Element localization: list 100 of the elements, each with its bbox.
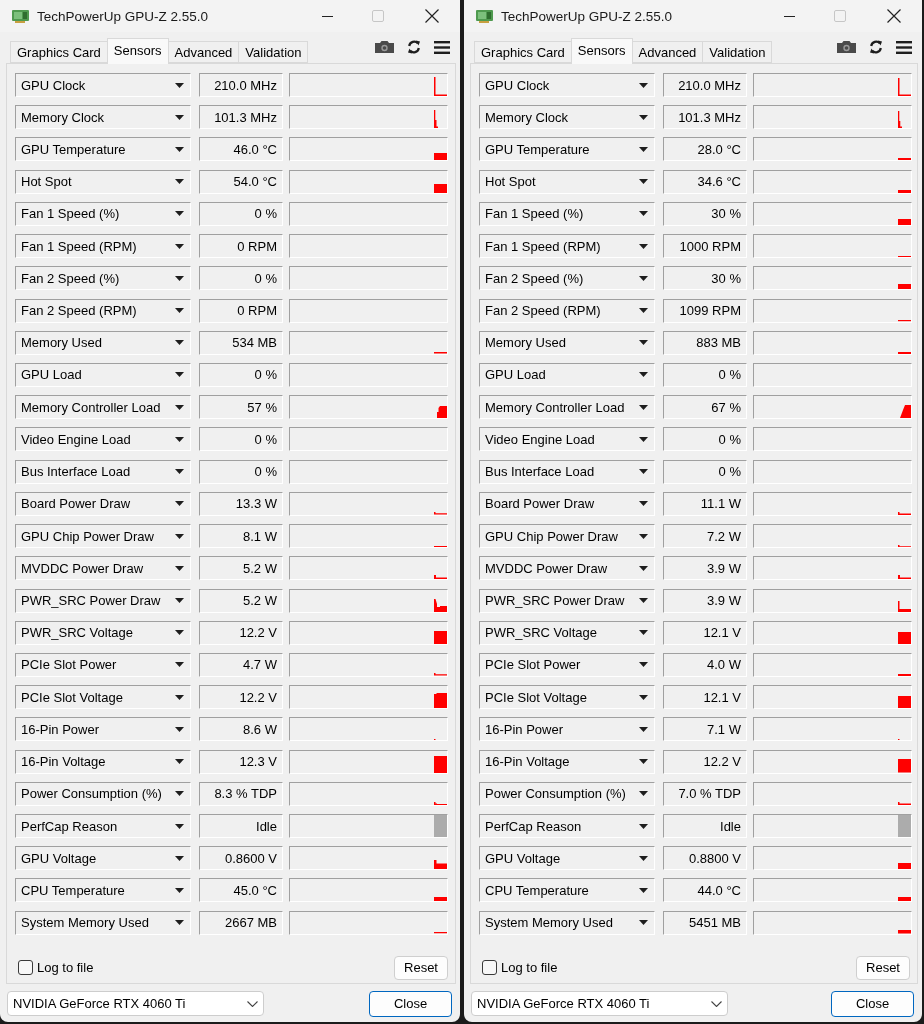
sparkline-drawing xyxy=(898,930,911,934)
close-icon[interactable] xyxy=(425,9,439,23)
sensor-select[interactable]: Memory Clock xyxy=(15,105,191,130)
sensor-select[interactable]: Video Engine Load xyxy=(15,427,191,452)
checkbox[interactable] xyxy=(482,960,497,976)
tab[interactable]: Validation xyxy=(702,41,773,63)
sensor-select[interactable]: PCIe Slot Power xyxy=(15,652,191,677)
sparkline-drawing xyxy=(434,153,447,161)
tab[interactable]: Advanced xyxy=(631,41,704,63)
checkbox[interactable] xyxy=(18,960,33,976)
sensor-select[interactable]: PCIe Slot Power xyxy=(479,652,655,677)
sensor-select[interactable]: Board Power Draw xyxy=(479,491,655,516)
sensor-select[interactable]: 16-Pin Power xyxy=(15,717,191,742)
sensor-select[interactable]: Fan 1 Speed (%) xyxy=(15,201,191,226)
tab[interactable]: Advanced xyxy=(167,41,240,63)
camera-icon[interactable] xyxy=(837,41,856,53)
sensor-select[interactable]: Memory Used xyxy=(15,330,191,355)
sensor-select[interactable]: GPU Clock xyxy=(479,73,655,97)
menu-icon[interactable] xyxy=(896,40,912,54)
sensor-select[interactable]: Memory Controller Load xyxy=(15,395,191,420)
close-icon[interactable] xyxy=(887,9,901,23)
sensor-select[interactable]: 16-Pin Power xyxy=(479,717,655,742)
minimize-icon[interactable] xyxy=(783,15,795,17)
caret-icon xyxy=(175,565,184,571)
sensor-select[interactable]: GPU Clock xyxy=(15,73,191,97)
sensor-select[interactable]: GPU Temperature xyxy=(15,137,191,162)
caret-icon xyxy=(175,920,184,926)
sensor-select[interactable]: PWR_SRC Voltage xyxy=(15,620,191,645)
sparkline-drawing xyxy=(898,189,911,193)
sensor-select[interactable]: 16-Pin Voltage xyxy=(15,749,191,774)
sensor-select[interactable]: MVDDC Power Draw xyxy=(15,556,191,581)
sensor-value: 0 % xyxy=(199,459,283,484)
sensor-select[interactable]: PWR_SRC Power Draw xyxy=(15,588,191,613)
sensor-value: 883 MB xyxy=(663,330,747,355)
sensor-select[interactable]: Hot Spot xyxy=(479,169,655,194)
sensor-value: 12.2 V xyxy=(663,749,747,774)
sensor-select[interactable]: GPU Temperature xyxy=(479,137,655,162)
tab[interactable]: Sensors xyxy=(570,38,633,64)
sensor-select[interactable]: Video Engine Load xyxy=(479,427,655,452)
sensor-select[interactable]: GPU Voltage xyxy=(479,846,655,871)
close-button[interactable]: Close xyxy=(369,990,452,1017)
refresh-icon[interactable] xyxy=(407,40,421,54)
sparkline-drawing xyxy=(434,801,447,805)
menu-icon[interactable] xyxy=(434,40,450,54)
sensor-select[interactable]: GPU Voltage xyxy=(15,846,191,871)
sensor-value: 0 % xyxy=(663,362,747,387)
sensor-select[interactable]: PWR_SRC Power Draw xyxy=(479,588,655,613)
sensor-select[interactable]: CPU Temperature xyxy=(479,878,655,903)
sensor-value: 12.1 V xyxy=(663,685,747,710)
sensor-select[interactable]: Power Consumption (%) xyxy=(479,781,655,806)
sensor-select[interactable]: Fan 1 Speed (%) xyxy=(479,201,655,226)
sparkline-drawing xyxy=(434,77,447,96)
sensor-select[interactable]: CPU Temperature xyxy=(15,878,191,903)
sensor-select[interactable]: Fan 2 Speed (RPM) xyxy=(15,298,191,323)
refresh-icon[interactable] xyxy=(869,40,883,54)
reset-button[interactable]: Reset xyxy=(856,955,910,980)
sparkline-drawing xyxy=(898,696,911,709)
tab[interactable]: Graphics Card xyxy=(10,41,108,63)
device-select[interactable]: NVIDIA GeForce RTX 4060 Ti xyxy=(7,991,264,1017)
sensor-select[interactable]: PCIe Slot Voltage xyxy=(479,685,655,710)
sensor-select[interactable]: GPU Load xyxy=(15,362,191,387)
sensor-select[interactable]: Memory Clock xyxy=(479,105,655,130)
tab[interactable]: Validation xyxy=(238,41,309,63)
sensor-select[interactable]: GPU Chip Power Draw xyxy=(15,524,191,549)
sensor-select[interactable]: Memory Controller Load xyxy=(479,395,655,420)
sensor-select[interactable]: GPU Load xyxy=(479,362,655,387)
sensor-select[interactable]: Bus Interface Load xyxy=(479,459,655,484)
sensor-select[interactable]: PWR_SRC Voltage xyxy=(479,620,655,645)
sensor-select[interactable]: System Memory Used xyxy=(15,910,191,935)
sparkline-drawing xyxy=(434,932,447,934)
minimize-icon[interactable] xyxy=(321,15,333,17)
tab[interactable]: Sensors xyxy=(106,38,169,64)
sensor-select[interactable]: GPU Chip Power Draw xyxy=(479,524,655,549)
sparkline-drawing xyxy=(898,673,911,676)
close-button[interactable]: Close xyxy=(831,990,914,1017)
sensor-select[interactable]: PerfCap Reason xyxy=(479,814,655,839)
sensor-select[interactable]: Fan 2 Speed (%) xyxy=(15,266,191,291)
sensor-select[interactable]: PCIe Slot Voltage xyxy=(15,685,191,710)
sensor-value: 67 % xyxy=(663,395,747,420)
caret-icon xyxy=(639,920,648,926)
device-select[interactable]: NVIDIA GeForce RTX 4060 Ti xyxy=(471,991,728,1017)
sensor-select[interactable]: Power Consumption (%) xyxy=(15,781,191,806)
sensor-select[interactable]: MVDDC Power Draw xyxy=(479,556,655,581)
sensor-select[interactable]: System Memory Used xyxy=(479,910,655,935)
sensor-select[interactable]: Fan 2 Speed (%) xyxy=(479,266,655,291)
tab[interactable]: Graphics Card xyxy=(474,41,572,63)
window-title: TechPowerUp GPU-Z 2.55.0 xyxy=(501,8,673,24)
sparkline-drawing xyxy=(434,896,447,902)
sensor-select[interactable]: Fan 2 Speed (RPM) xyxy=(479,298,655,323)
sensor-select[interactable]: Board Power Draw xyxy=(15,491,191,516)
camera-icon[interactable] xyxy=(375,41,394,53)
sparkline-drawing xyxy=(898,600,911,612)
sensor-select[interactable]: Hot Spot xyxy=(15,169,191,194)
sensor-select[interactable]: 16-Pin Voltage xyxy=(479,749,655,774)
sensor-select[interactable]: Bus Interface Load xyxy=(15,459,191,484)
sensor-select[interactable]: PerfCap Reason xyxy=(15,814,191,839)
reset-button[interactable]: Reset xyxy=(394,955,448,980)
sensor-select[interactable]: Fan 1 Speed (RPM) xyxy=(15,234,191,259)
sensor-select[interactable]: Memory Used xyxy=(479,330,655,355)
sensor-select[interactable]: Fan 1 Speed (RPM) xyxy=(479,234,655,259)
